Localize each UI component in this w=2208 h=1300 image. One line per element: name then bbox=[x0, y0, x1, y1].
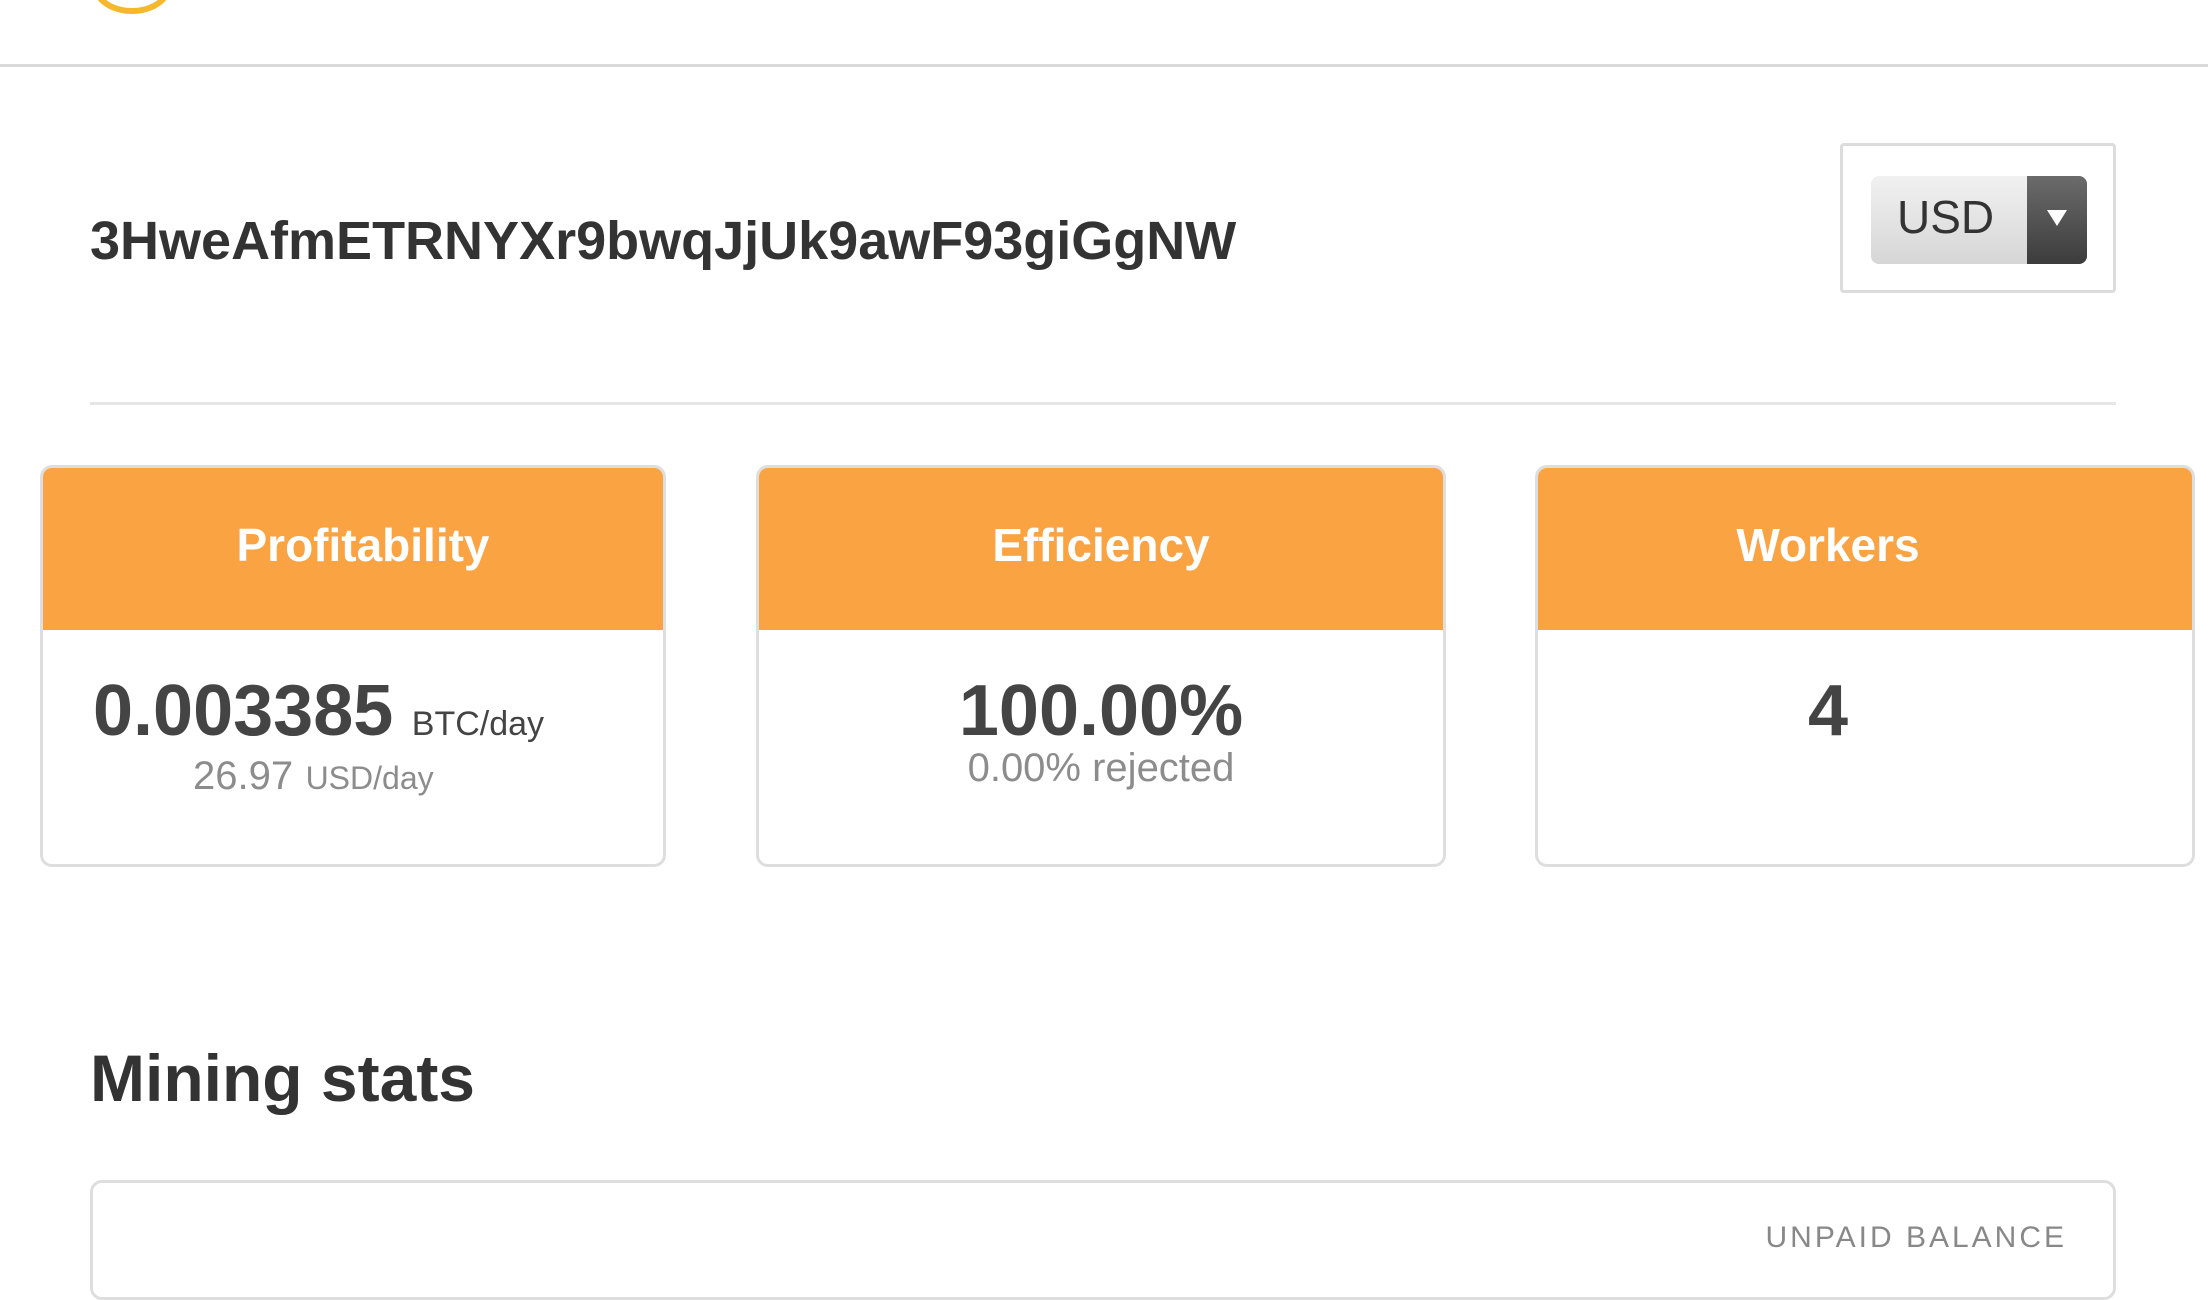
efficiency-card-title: Efficiency bbox=[992, 519, 1210, 571]
workers-card-title: Workers bbox=[1736, 519, 1920, 571]
wallet-address: 3HweAfmETRNYXr9bwqJjUk9awF93giGgNW bbox=[90, 211, 1237, 271]
chevron-down-icon[interactable] bbox=[2027, 176, 2087, 264]
pool-logo-icon[interactable] bbox=[92, 0, 172, 14]
workers-count: 4 bbox=[1807, 671, 1849, 751]
profitability-fiat-value: 26.97 bbox=[193, 754, 294, 798]
efficiency-value: 100.00% bbox=[958, 671, 1244, 751]
profitability-fiat-unit: USD/day bbox=[305, 760, 434, 796]
top-navigation-bar bbox=[0, 0, 2208, 67]
profitability-card-title: Profitability bbox=[236, 519, 490, 571]
workers-card[interactable]: Workers 4 bbox=[1535, 465, 2195, 867]
profitability-card: Profitability 0.003385 BTC/day 26.97 USD… bbox=[40, 465, 666, 867]
unpaid-balance-label: UNPAID BALANCE bbox=[1765, 1221, 2067, 1254]
currency-select-value: USD bbox=[1897, 191, 1995, 243]
currency-select[interactable]: USD bbox=[1871, 176, 2087, 264]
mining-stats-title: Mining stats bbox=[90, 1041, 476, 1115]
efficiency-card: Efficiency 100.00% 0.00% rejected bbox=[756, 465, 1446, 867]
section-divider bbox=[90, 402, 2116, 405]
workers-card-header: Workers bbox=[1538, 468, 2192, 630]
efficiency-card-header: Efficiency bbox=[759, 468, 1443, 630]
rejected-shares-text: 0.00% rejected bbox=[967, 746, 1235, 790]
mining-stats-panel: UNPAID BALANCE bbox=[90, 1180, 2116, 1300]
currency-selector-container: USD bbox=[1840, 143, 2116, 293]
profitability-unit: BTC/day bbox=[411, 705, 545, 743]
profitability-card-header: Profitability bbox=[43, 468, 663, 630]
profitability-value: 0.003385 bbox=[93, 671, 394, 751]
